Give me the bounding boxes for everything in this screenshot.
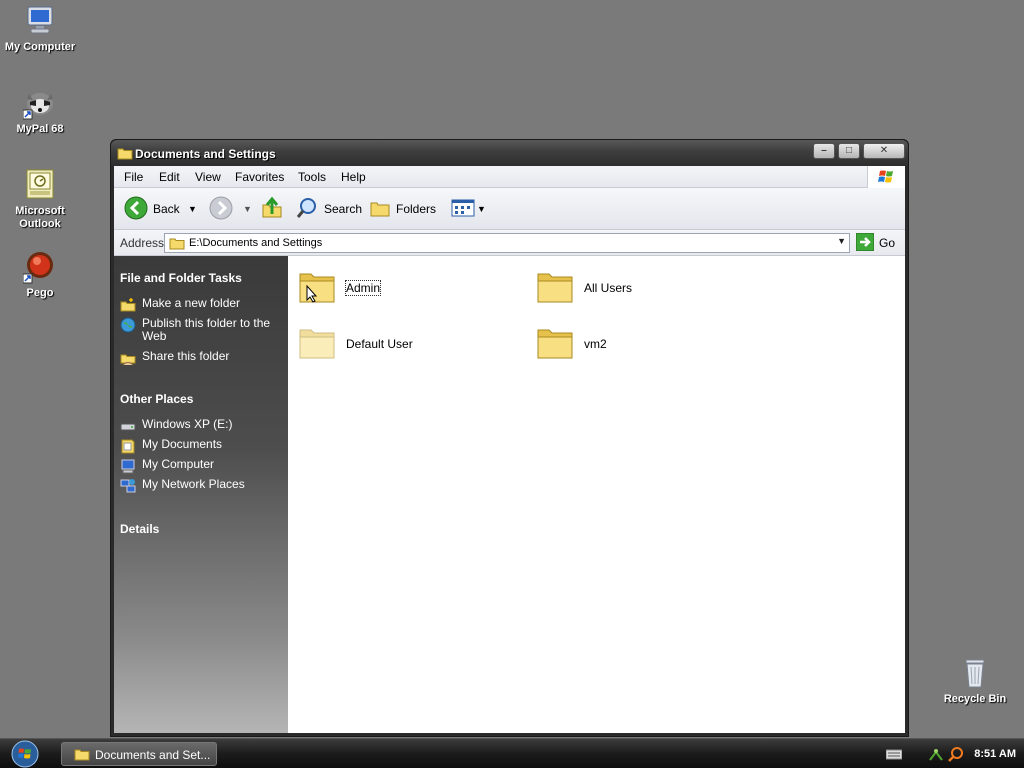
clock[interactable]: 8:51 AM: [974, 748, 1016, 760]
mouse-pointer-icon: [306, 284, 318, 306]
back-dropdown-icon[interactable]: ▼: [188, 188, 197, 230]
pego-icon: [22, 250, 57, 284]
forward-button[interactable]: [209, 188, 233, 230]
desktop-icon-label: My Computer: [4, 41, 76, 53]
go-arrow-icon: [855, 232, 875, 254]
raccoon-icon: [22, 86, 57, 120]
up-arrow-folder-icon: [260, 196, 284, 223]
system-tray: 8:51 AM: [866, 739, 1016, 768]
back-button[interactable]: Back: [124, 188, 180, 230]
place-my-computer[interactable]: My Computer: [120, 458, 282, 474]
desktop-icon-mypal[interactable]: MyPal 68: [0, 86, 80, 136]
desktop-icon-recycle-bin[interactable]: Recycle Bin: [935, 656, 1015, 706]
desktop-icon-label: Microsoft Outlook: [15, 205, 65, 230]
folder-name: Default User: [346, 336, 413, 351]
toolbar: Back ▼ ▼ Search Folders ▼: [114, 188, 905, 230]
other-places-title[interactable]: Other Places: [120, 392, 193, 406]
menu-tools[interactable]: Tools: [298, 170, 326, 184]
address-dropdown-icon[interactable]: ▼: [837, 236, 846, 246]
views-dropdown-icon: ▼: [477, 204, 486, 214]
search-icon: [295, 196, 319, 223]
window-body: File Edit View Favorites Tools Help Back…: [114, 166, 905, 733]
task-share-folder[interactable]: Share this folder: [120, 350, 282, 366]
drive-icon: [120, 418, 136, 434]
folders-button[interactable]: Folders: [369, 188, 436, 230]
keyboard-icon[interactable]: [885, 748, 903, 763]
search-button[interactable]: Search: [295, 188, 362, 230]
title-bar[interactable]: Documents and Settings – □ ✕: [111, 140, 908, 166]
close-button[interactable]: ✕: [863, 143, 905, 159]
forward-dropdown-icon[interactable]: ▼: [243, 188, 252, 230]
desktop-icon-outlook[interactable]: Microsoft Outlook: [0, 168, 80, 231]
outlook-icon: [23, 168, 57, 202]
views-icon: [451, 199, 475, 220]
up-folder-button[interactable]: [260, 188, 284, 230]
taskbar: Documents and Set... 8:51 AM: [0, 738, 1024, 768]
window-title: Documents and Settings: [135, 147, 276, 161]
folder-name: All Users: [584, 280, 633, 295]
menu-edit[interactable]: Edit: [159, 170, 180, 184]
desktop-icon-my-computer[interactable]: My Computer: [0, 4, 80, 54]
task-make-new-folder[interactable]: Make a new folder: [120, 297, 282, 313]
documents-icon: [120, 438, 136, 454]
folder-icon: [298, 324, 336, 363]
search-label: Search: [324, 202, 363, 216]
recycle-bin-icon: [958, 656, 992, 690]
file-folder-tasks-title[interactable]: File and Folder Tasks: [120, 271, 242, 285]
desktop-icon-label: Recycle Bin: [943, 693, 1007, 705]
computer-icon: [120, 458, 136, 474]
network-tray-icon[interactable]: [928, 746, 944, 765]
address-value: E:\Documents and Settings: [189, 237, 323, 249]
folder-icon: [169, 237, 185, 253]
task-publish-folder[interactable]: Publish this folder to the Web: [120, 317, 282, 343]
start-button[interactable]: [8, 740, 42, 768]
folder-item[interactable]: vm2: [536, 324, 607, 363]
minimize-button[interactable]: –: [813, 143, 835, 159]
address-label: Address: [120, 236, 165, 250]
menu-bar: File Edit View Favorites Tools Help: [114, 166, 905, 188]
folder-icon: [74, 747, 90, 764]
monitor-icon: [23, 4, 57, 38]
folders-label: Folders: [396, 202, 437, 216]
place-windows-xp-drive[interactable]: Windows XP (E:): [120, 418, 282, 434]
desktop-icon-pego[interactable]: Pego: [0, 250, 80, 300]
views-button[interactable]: ▼: [451, 188, 486, 230]
maximize-button[interactable]: □: [838, 143, 860, 159]
menu-help[interactable]: Help: [341, 170, 366, 184]
folder-name: Admin: [344, 279, 382, 296]
place-my-network-places[interactable]: My Network Places: [120, 478, 282, 494]
taskbar-button-documents-and-settings[interactable]: Documents and Set...: [61, 742, 217, 766]
menu-file[interactable]: File: [124, 170, 143, 184]
desktop-icon-label: MyPal 68: [16, 123, 64, 135]
network-icon: [120, 478, 136, 494]
menu-view[interactable]: View: [195, 170, 221, 184]
new-folder-icon: [120, 297, 136, 313]
share-folder-icon: [120, 350, 136, 366]
folder-icon: [117, 146, 133, 163]
folder-item[interactable]: All Users: [536, 268, 632, 307]
taskbar-button-label: Documents and Set...: [95, 748, 211, 762]
windows-logo-icon: [867, 166, 905, 188]
go-label: Go: [879, 236, 896, 250]
go-button[interactable]: Go: [855, 232, 896, 254]
search-tray-icon[interactable]: [948, 746, 964, 765]
explorer-window: Documents and Settings – □ ✕ File Edit V…: [110, 139, 909, 737]
folder-icon: [536, 268, 574, 307]
back-label: Back: [153, 202, 180, 216]
menu-favorites[interactable]: Favorites: [235, 170, 284, 184]
details-title[interactable]: Details: [120, 522, 159, 536]
folder-item[interactable]: Default User: [298, 324, 413, 363]
file-list: Admin All Users Default User vm2: [288, 256, 905, 733]
place-my-documents[interactable]: My Documents: [120, 438, 282, 454]
globe-icon: [120, 317, 136, 333]
forward-arrow-icon: [209, 196, 233, 223]
address-bar: Address E:\Documents and Settings ▼ Go: [114, 230, 905, 256]
folders-icon: [369, 197, 391, 222]
task-pane: File and Folder Tasks Make a new folder …: [114, 256, 288, 733]
desktop-icon-label: Pego: [26, 287, 54, 299]
address-input[interactable]: E:\Documents and Settings ▼: [164, 233, 850, 253]
back-arrow-icon: [124, 196, 148, 223]
folder-name: vm2: [584, 336, 607, 351]
folder-icon: [536, 324, 574, 363]
